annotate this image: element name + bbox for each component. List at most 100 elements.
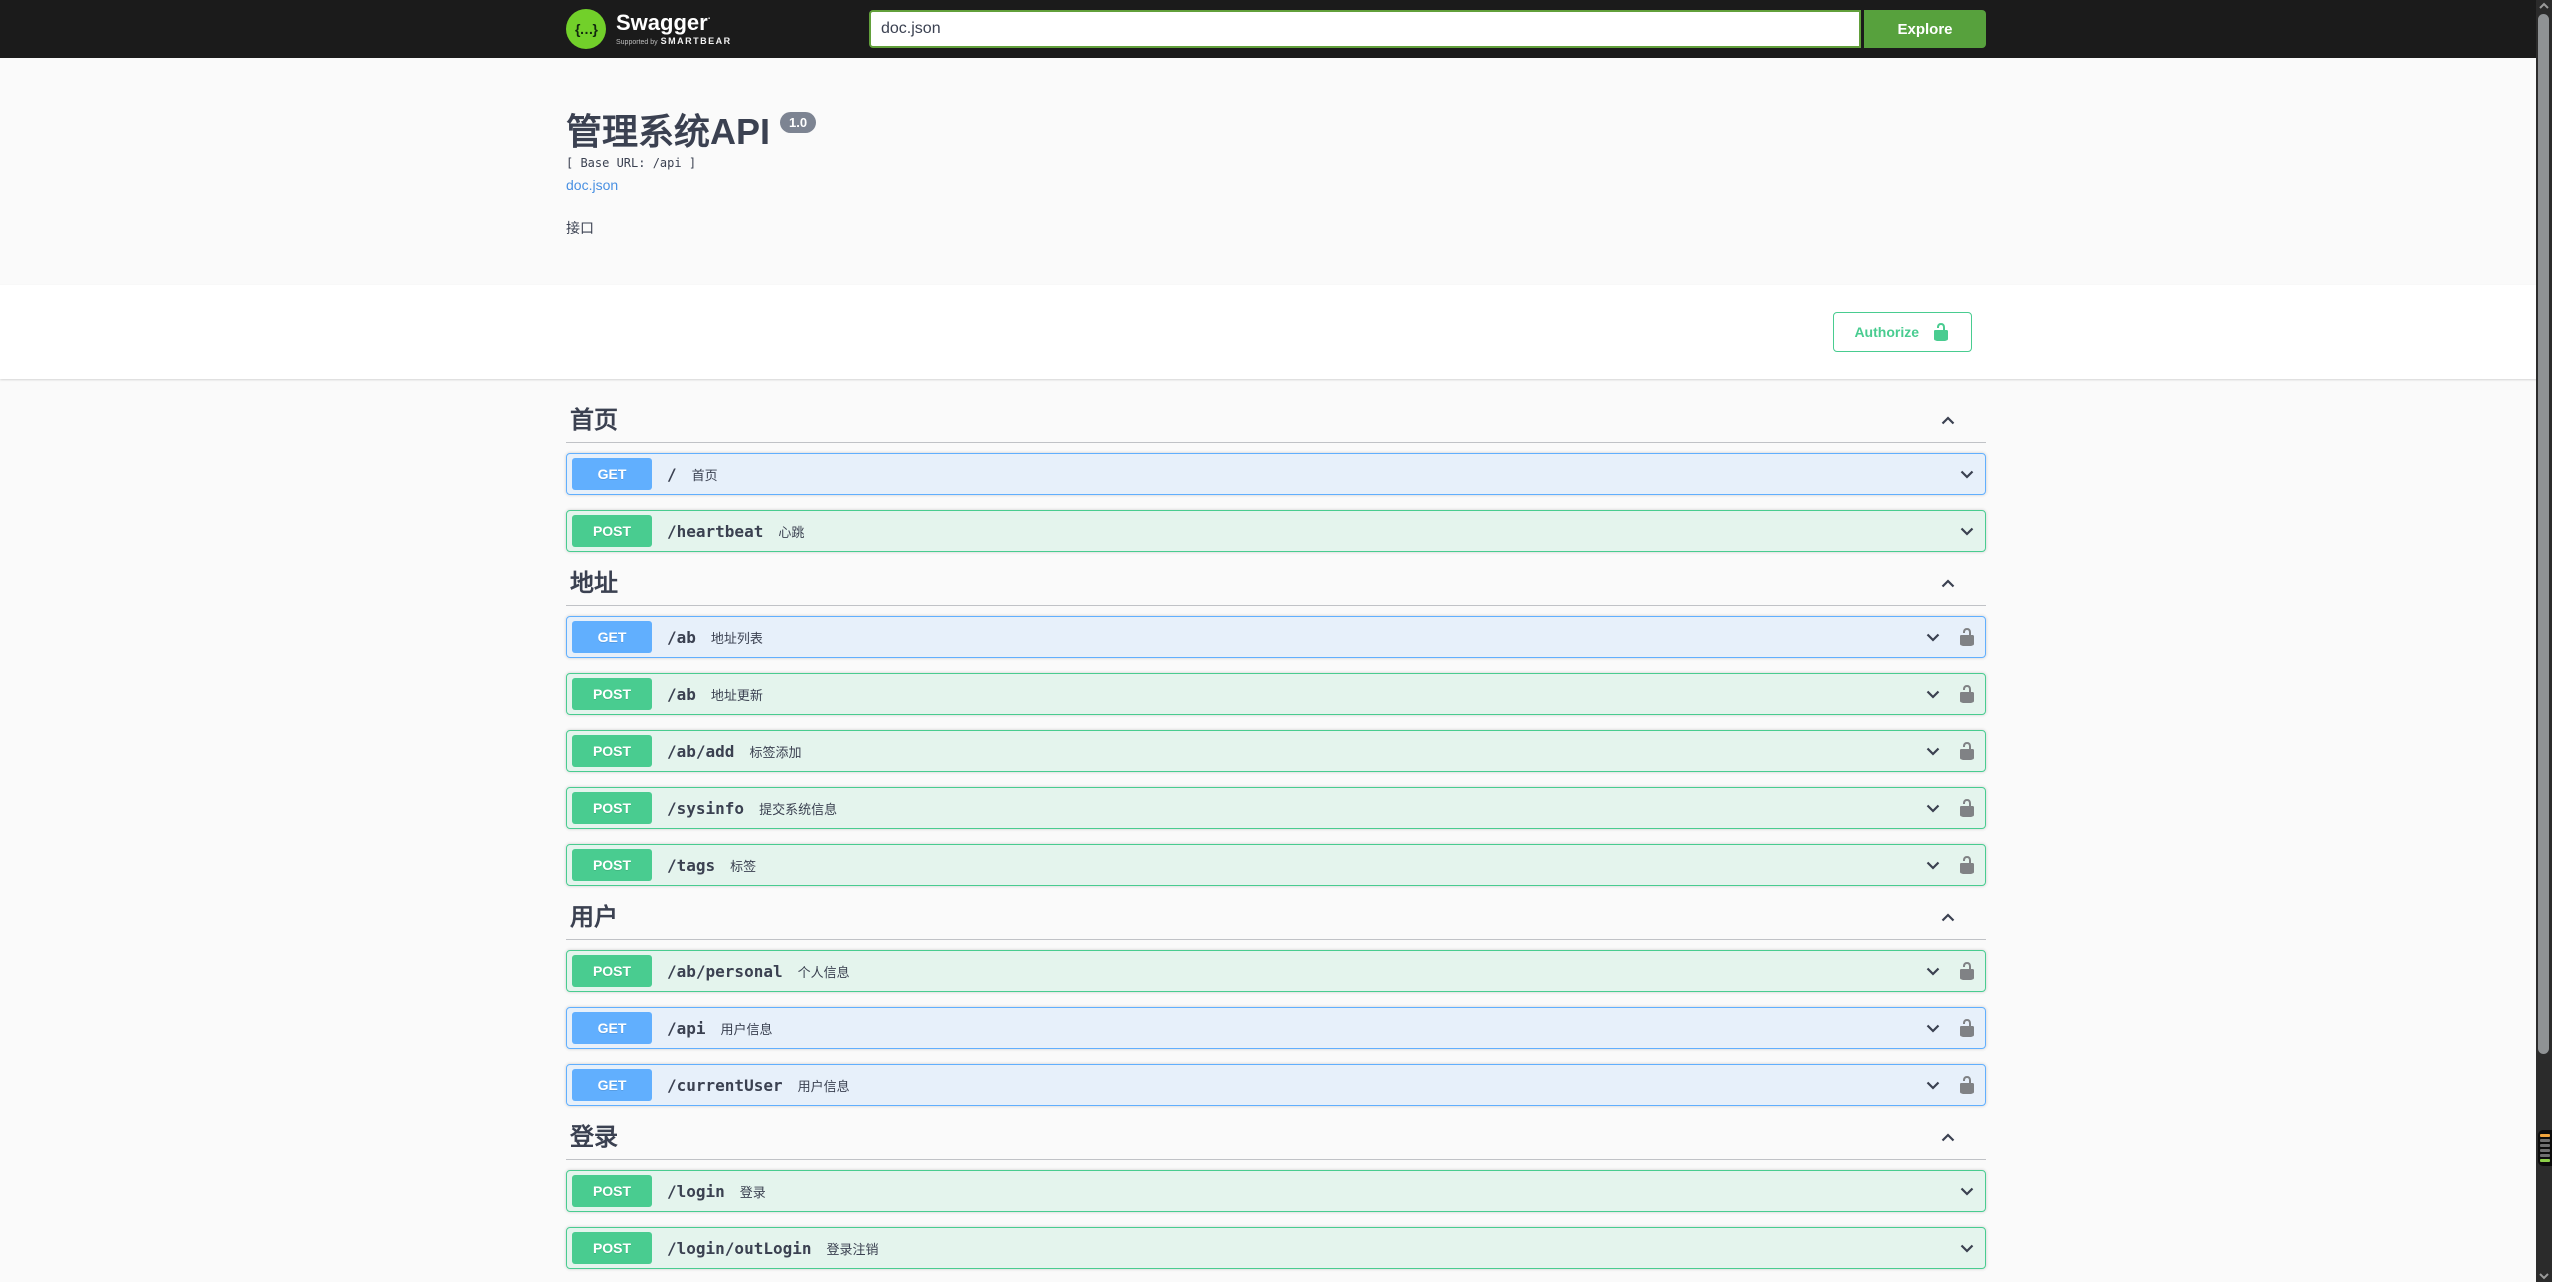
sections-container: 首页 GET / 首页 POST/heartbeat 心跳地址 GET/ab 地址列表 POST… bbox=[546, 379, 2006, 1269]
tagline-brand: SMARTBEAR bbox=[660, 36, 732, 46]
api-title-text: 管理系统API bbox=[566, 111, 771, 152]
version-badge: 1.0 bbox=[780, 112, 817, 133]
section-header[interactable]: 地址 bbox=[566, 570, 1986, 606]
minimap-bar bbox=[2540, 1134, 2550, 1137]
chevron-down-icon[interactable] bbox=[1923, 1075, 1943, 1095]
chevron-down-icon[interactable] bbox=[1923, 1018, 1943, 1038]
scroll-down-arrow-icon[interactable] bbox=[2536, 1270, 2552, 1282]
operation-summary: 首页 bbox=[691, 467, 718, 483]
chevron-down-icon[interactable] bbox=[1957, 521, 1977, 541]
method-badge: POST bbox=[572, 515, 652, 547]
operation-summary: 登录注销 bbox=[826, 1241, 879, 1257]
operation-row[interactable]: POST/login 登录 bbox=[566, 1170, 1986, 1212]
lock-icon[interactable] bbox=[1957, 627, 1977, 647]
minimap-bar bbox=[2540, 1159, 2550, 1162]
operation-row[interactable]: POST/tags 标签 bbox=[566, 844, 1986, 886]
chevron-up-icon[interactable] bbox=[1938, 908, 1958, 928]
swagger-ui-page: {…} Swagger. Supported bySMARTBEAR Explo… bbox=[0, 0, 2552, 1269]
chevron-down-icon[interactable] bbox=[1923, 798, 1943, 818]
method-badge: POST bbox=[572, 735, 652, 767]
chevron-down-icon[interactable] bbox=[1923, 961, 1943, 981]
chevron-down-icon[interactable] bbox=[1957, 464, 1977, 484]
method-badge: POST bbox=[572, 955, 652, 987]
api-section: 地址 GET/ab 地址列表 POST/ab 地址更新 POST/ab/add 标签添加 PO… bbox=[566, 570, 1986, 886]
operation-row[interactable]: POST/ab/personal 个人信息 bbox=[566, 950, 1986, 992]
scroll-minimap-widget[interactable] bbox=[2538, 1130, 2552, 1166]
swagger-logo[interactable]: {…} Swagger. Supported by SMARTBEAR bbox=[566, 9, 732, 49]
operation-summary: 提交系统信息 bbox=[759, 801, 838, 817]
operation-summary: 心跳 bbox=[778, 524, 805, 540]
lock-icon[interactable] bbox=[1957, 961, 1977, 981]
method-badge: POST bbox=[572, 849, 652, 881]
method-badge: GET bbox=[572, 458, 652, 490]
operation-row[interactable]: POST/login/outLogin 登录注销 bbox=[566, 1227, 1986, 1269]
minimap-bar bbox=[2540, 1149, 2550, 1152]
scrollbar[interactable] bbox=[2536, 0, 2552, 1282]
section-title: 登录 bbox=[570, 1124, 618, 1151]
spec-link[interactable]: doc.json bbox=[566, 177, 618, 193]
chevron-up-icon[interactable] bbox=[1938, 411, 1958, 431]
spec-url-input[interactable] bbox=[869, 10, 1861, 48]
section-header[interactable]: 首页 bbox=[566, 407, 1986, 443]
api-section: 用户 POST/ab/personal 个人信息 GET/api 用户信息 GET/cur… bbox=[566, 904, 1986, 1106]
lock-icon[interactable] bbox=[1957, 1018, 1977, 1038]
swagger-logo-text: Swagger. Supported by SMARTBEAR bbox=[616, 10, 732, 47]
operation-row[interactable]: POST/sysinfo 提交系统信息 bbox=[566, 787, 1986, 829]
lock-icon[interactable] bbox=[1957, 855, 1977, 875]
operation-path: /ab bbox=[667, 627, 696, 647]
explore-button[interactable]: Explore bbox=[1864, 10, 1986, 48]
operation-row[interactable]: GET / 首页 bbox=[566, 453, 1986, 495]
operation-summary: 登录 bbox=[739, 1184, 766, 1200]
chevron-down-icon[interactable] bbox=[1923, 627, 1943, 647]
swagger-logo-icon: {…} bbox=[566, 9, 606, 49]
chevron-down-icon[interactable] bbox=[1957, 1181, 1977, 1201]
operation-row[interactable]: GET/currentUser 用户信息 bbox=[566, 1064, 1986, 1106]
api-description: 接口 bbox=[566, 220, 594, 236]
api-section: 首页 GET / 首页 POST/heartbeat 心跳 bbox=[566, 407, 1986, 552]
chevron-up-icon[interactable] bbox=[1938, 1128, 1958, 1148]
unlock-icon bbox=[1934, 323, 1948, 341]
chevron-up-icon[interactable] bbox=[1938, 574, 1958, 594]
scrollbar-thumb[interactable] bbox=[2538, 14, 2549, 1054]
operation-row[interactable]: GET/api 用户信息 bbox=[566, 1007, 1986, 1049]
operation-summary: 标签添加 bbox=[749, 744, 802, 760]
section-title: 用户 bbox=[570, 904, 618, 931]
lock-icon[interactable] bbox=[1957, 798, 1977, 818]
brand-name: Swagger bbox=[616, 10, 708, 35]
section-header[interactable]: 用户 bbox=[566, 904, 1986, 940]
method-badge: POST bbox=[572, 1232, 652, 1264]
method-badge: POST bbox=[572, 1175, 652, 1207]
tagline-prefix: Supported by bbox=[616, 39, 658, 46]
operation-path: / bbox=[667, 464, 677, 484]
minimap-bar bbox=[2540, 1139, 2550, 1142]
chevron-down-icon[interactable] bbox=[1923, 684, 1943, 704]
operation-row[interactable]: POST/ab 地址更新 bbox=[566, 673, 1986, 715]
lock-icon[interactable] bbox=[1957, 741, 1977, 761]
lock-icon[interactable] bbox=[1957, 1075, 1977, 1095]
section-title: 首页 bbox=[570, 407, 618, 434]
operation-summary: 地址列表 bbox=[710, 630, 763, 646]
lock-icon[interactable] bbox=[1957, 684, 1977, 704]
minimap-bar bbox=[2540, 1154, 2550, 1157]
spec-url-form: Explore bbox=[869, 10, 1986, 48]
operation-path: /tags bbox=[667, 855, 716, 875]
operation-path: /heartbeat bbox=[667, 521, 764, 541]
scroll-up-arrow-icon[interactable] bbox=[2536, 0, 2552, 12]
operation-summary: 用户信息 bbox=[797, 1078, 850, 1094]
chevron-down-icon[interactable] bbox=[1957, 1238, 1977, 1258]
operation-row[interactable]: POST/ab/add 标签添加 bbox=[566, 730, 1986, 772]
brand-mark: . bbox=[707, 11, 711, 22]
section-header[interactable]: 登录 bbox=[566, 1124, 1986, 1160]
chevron-down-icon[interactable] bbox=[1923, 855, 1943, 875]
chevron-down-icon[interactable] bbox=[1923, 741, 1943, 761]
method-badge: GET bbox=[572, 621, 652, 653]
operation-path: /ab/add bbox=[667, 741, 735, 761]
page-title: 管理系统API 1.0 bbox=[566, 110, 1986, 154]
authorize-button[interactable]: Authorize bbox=[1833, 312, 1972, 352]
operation-row[interactable]: POST/heartbeat 心跳 bbox=[566, 510, 1986, 552]
operation-row[interactable]: GET/ab 地址列表 bbox=[566, 616, 1986, 658]
operation-path: /ab/personal bbox=[667, 961, 783, 981]
operation-summary: 地址更新 bbox=[710, 687, 763, 703]
minimap-bar bbox=[2540, 1144, 2550, 1147]
section-title: 地址 bbox=[570, 570, 618, 597]
